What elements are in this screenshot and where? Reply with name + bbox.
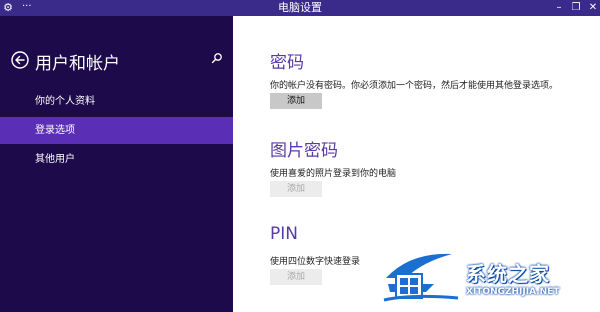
search-icon[interactable]	[211, 52, 223, 64]
sidebar-item-sign-in-options[interactable]: 登录选项	[0, 117, 233, 144]
add-password-button[interactable]: 添加	[270, 93, 322, 109]
minimize-button[interactable]: –	[551, 0, 567, 16]
maximize-button[interactable]: ❐	[568, 0, 584, 16]
section-title-picture-password: 图片密码	[270, 141, 338, 161]
section-desc-password: 你的帐户没有密码。你必须添加一个密码，然后才能使用其他登录选项。	[270, 81, 559, 91]
close-button[interactable]: ✕	[585, 0, 600, 16]
watermark: 系统之家 XITONGZHIJIA.NET	[382, 248, 598, 308]
title-bar: ⚙ ··· 电脑设置 – ❐ ✕	[0, 0, 600, 16]
watermark-logo-icon	[383, 253, 459, 302]
watermark-url: XITONGZHIJIA.NET	[466, 287, 560, 297]
sidebar-heading: 用户和帐户	[35, 54, 120, 74]
watermark-name: 系统之家	[466, 262, 550, 286]
sidebar: 用户和帐户 你的个人资料 登录选项 其他用户	[0, 16, 233, 312]
section-title-password: 密码	[270, 53, 304, 73]
back-arrow-icon[interactable]	[11, 51, 29, 69]
sidebar-item-profile[interactable]: 你的个人资料	[0, 88, 233, 115]
sidebar-item-other-users[interactable]: 其他用户	[0, 146, 233, 173]
section-title-pin: PIN	[270, 224, 298, 244]
section-desc-picture-password: 使用喜爱的照片登录到你的电脑	[270, 169, 397, 179]
window-title: 电脑设置	[278, 1, 322, 14]
section-desc-pin: 使用四位数字快速登录	[270, 257, 361, 267]
add-pin-button[interactable]: 添加	[270, 269, 322, 285]
add-picture-password-button[interactable]: 添加	[270, 181, 322, 197]
